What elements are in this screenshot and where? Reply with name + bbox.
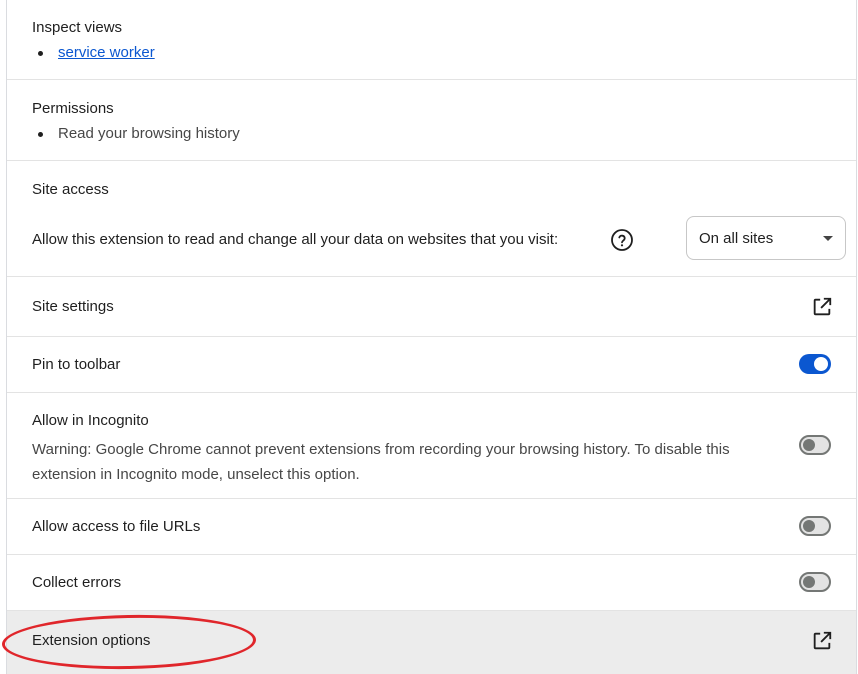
file-urls-row: Allow access to file URLs	[7, 499, 856, 555]
file-urls-toggle[interactable]	[799, 516, 831, 536]
site-settings-label: Site settings	[32, 298, 114, 315]
bullet	[38, 131, 43, 137]
open-in-new-icon[interactable]	[811, 630, 833, 652]
pin-toolbar-row: Pin to toolbar	[7, 337, 856, 393]
extension-options-row[interactable]: Extension options	[7, 611, 856, 674]
permission-item: Read your browsing history	[38, 125, 240, 143]
toggle-knob	[803, 576, 815, 588]
collect-errors-row: Collect errors	[7, 555, 856, 611]
site-access-dropdown-value: On all sites	[699, 229, 774, 247]
extension-options-label: Extension options	[32, 632, 151, 649]
open-in-new-icon[interactable]	[811, 296, 833, 318]
chevron-down-icon	[823, 236, 833, 241]
inspect-views-section: Inspect views service worker	[7, 0, 856, 80]
incognito-warning: Warning: Google Chrome cannot prevent ex…	[32, 441, 730, 483]
pin-toolbar-label: Pin to toolbar	[32, 356, 121, 373]
incognito-toggle[interactable]	[799, 435, 831, 455]
toggle-knob	[803, 520, 815, 532]
site-settings-row[interactable]: Site settings	[7, 277, 856, 337]
site-access-description: Allow this extension to read and change …	[32, 231, 559, 248]
collect-errors-label: Collect errors	[32, 574, 122, 591]
permissions-title: Permissions	[32, 100, 114, 117]
service-worker-link[interactable]: service worker	[58, 44, 155, 62]
toggle-knob	[814, 357, 828, 371]
incognito-label: Allow in Incognito	[32, 412, 149, 429]
collect-errors-toggle[interactable]	[799, 572, 831, 592]
inspect-view-item: service worker	[38, 44, 155, 62]
file-urls-label: Allow access to file URLs	[32, 518, 201, 535]
permissions-section: Permissions Read your browsing history	[7, 80, 856, 161]
site-access-title: Site access	[32, 181, 109, 198]
help-circle-icon[interactable]	[610, 228, 634, 252]
pin-toolbar-toggle[interactable]	[799, 354, 831, 374]
permission-text: Read your browsing history	[58, 125, 240, 142]
inspect-views-title: Inspect views	[32, 19, 123, 36]
toggle-knob	[803, 439, 815, 451]
extension-details-card: Inspect views service worker Permissions…	[6, 0, 857, 674]
site-access-dropdown[interactable]: On all sites	[686, 216, 846, 260]
bullet	[38, 50, 43, 56]
